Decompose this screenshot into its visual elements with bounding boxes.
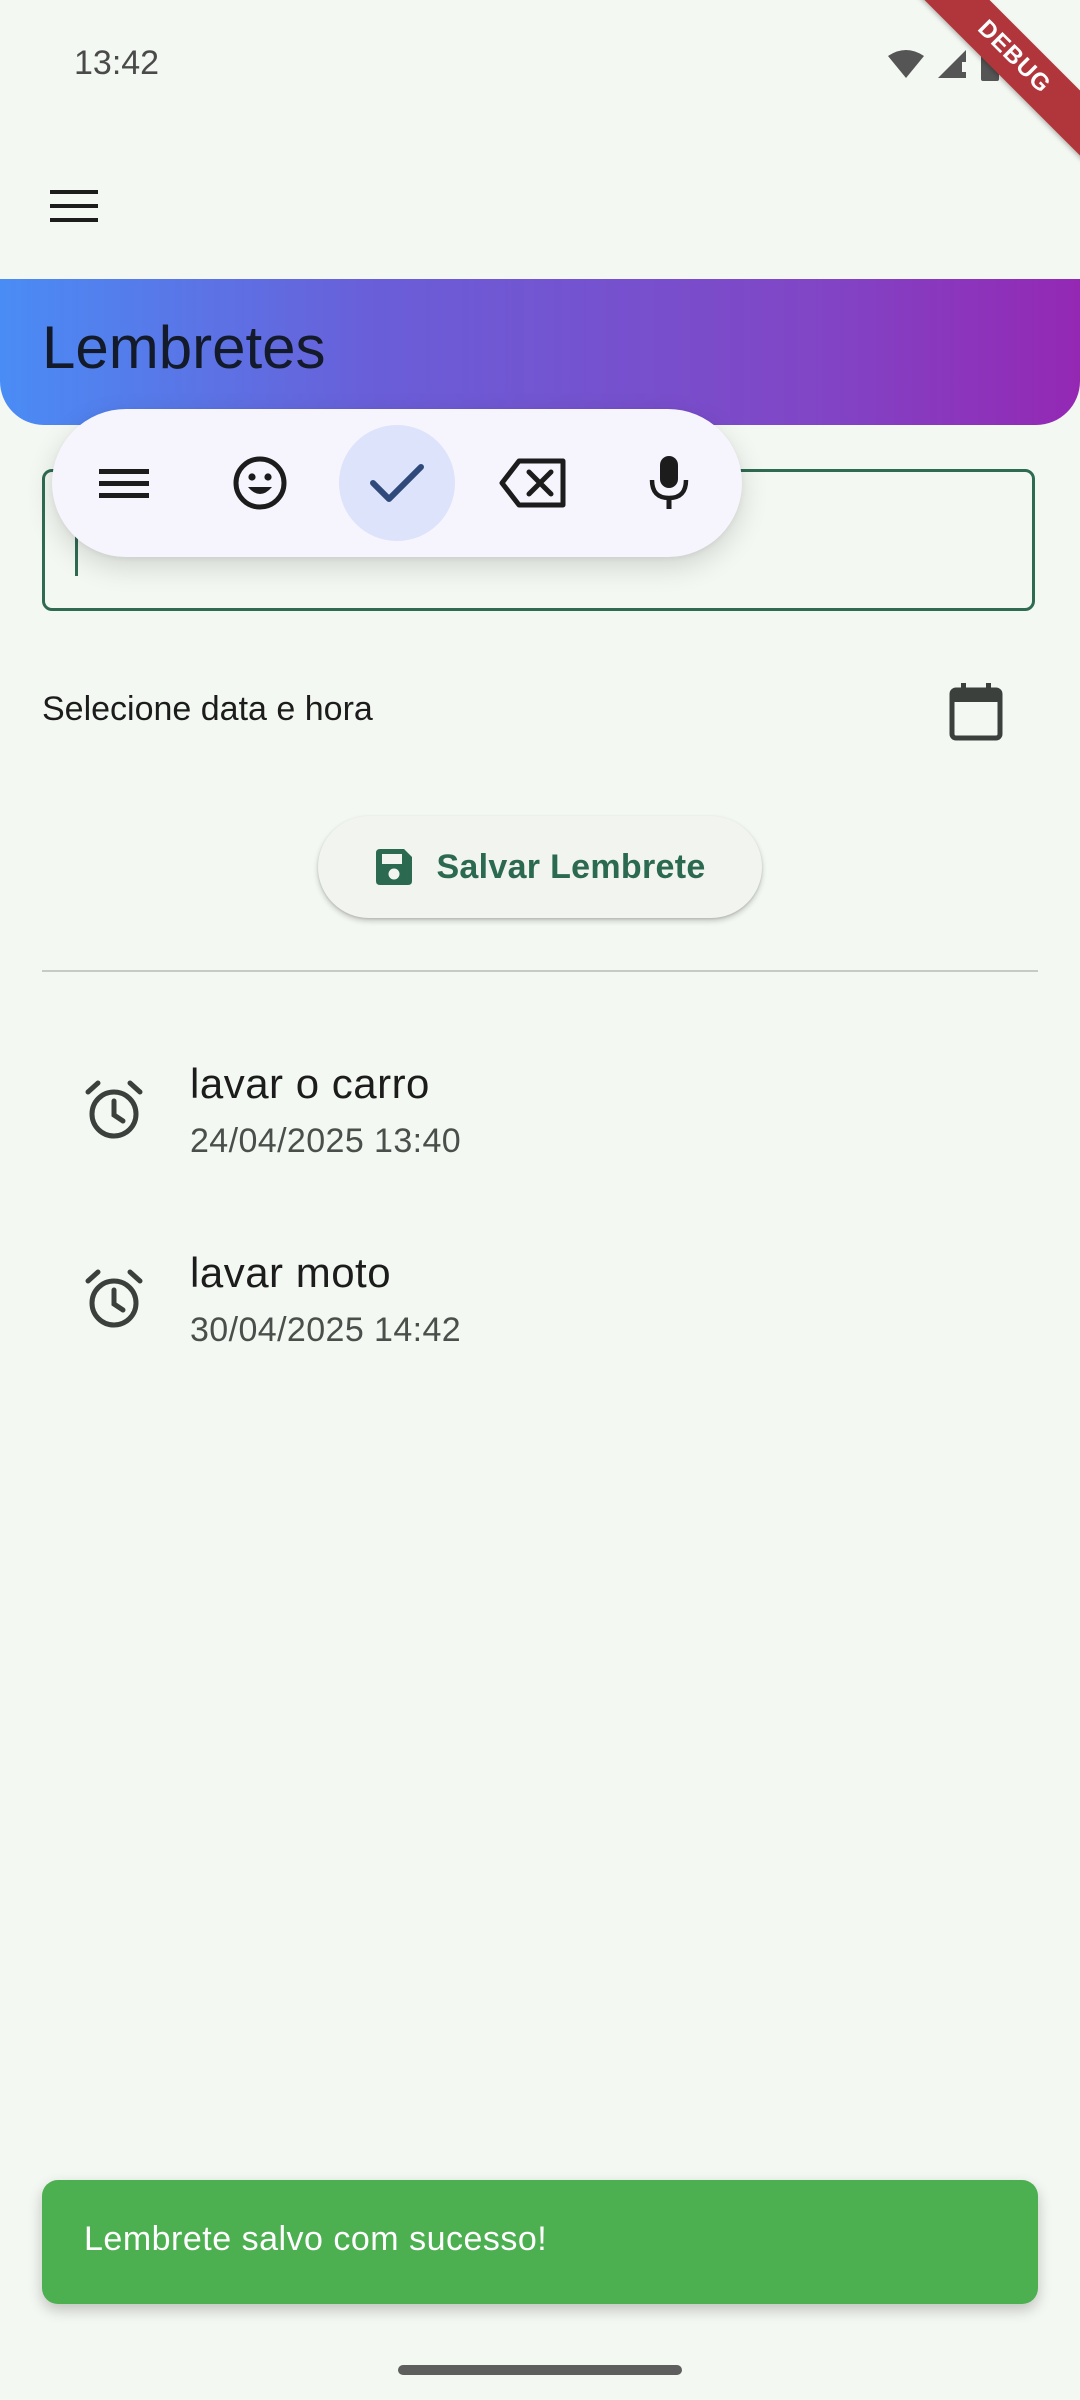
emoji-button[interactable] (202, 425, 318, 541)
menu-lines-icon (99, 469, 149, 498)
backspace-icon (499, 458, 566, 508)
alarm-icon (85, 1080, 143, 1139)
reminder-datetime: 30/04/2025 14:42 (190, 1311, 462, 1349)
microphone-button[interactable] (611, 425, 727, 541)
reminder-list-item[interactable]: lavar moto 30/04/2025 14:42 (0, 1229, 1080, 1379)
menu-button[interactable] (34, 166, 114, 246)
hamburger-menu-icon (50, 190, 98, 222)
status-time: 13:42 (74, 44, 160, 82)
reminder-title: lavar o carro (190, 1060, 430, 1107)
header-banner: Lembretes (0, 279, 1080, 425)
save-icon (376, 849, 413, 885)
snackbar-message: Lembrete salvo com sucesso! (84, 2220, 548, 2258)
emoji-icon (233, 456, 287, 510)
page-title: Lembretes (42, 314, 326, 381)
calendar-button[interactable] (934, 670, 1018, 754)
save-reminder-button[interactable]: Salvar Lembrete (318, 816, 762, 918)
keyboard-toolbar (52, 409, 742, 557)
snackbar: Lembrete salvo com sucesso! (42, 2180, 1038, 2304)
date-time-label: Selecione data e hora (42, 690, 373, 728)
calendar-icon (949, 683, 1003, 741)
status-bar: 13:42 (0, 0, 1080, 130)
confirm-button[interactable] (339, 425, 455, 541)
wifi-icon (888, 50, 924, 78)
reminder-datetime: 24/04/2025 13:40 (190, 1122, 462, 1160)
checkmark-icon (370, 464, 424, 502)
reminder-title: lavar moto (190, 1249, 392, 1296)
alarm-icon (85, 1269, 143, 1328)
divider (42, 970, 1038, 972)
reminder-list-item[interactable]: lavar o carro 24/04/2025 13:40 (0, 1040, 1080, 1190)
save-button-label: Salvar Lembrete (436, 847, 706, 886)
backspace-button[interactable] (475, 425, 591, 541)
keyboard-menu-button[interactable] (66, 425, 182, 541)
app-screen: 13:42 DEBUG Lembretes Selecione data e h… (0, 0, 1080, 2400)
signal-icon (938, 50, 966, 78)
home-indicator[interactable] (398, 2365, 682, 2375)
microphone-icon (649, 456, 689, 509)
